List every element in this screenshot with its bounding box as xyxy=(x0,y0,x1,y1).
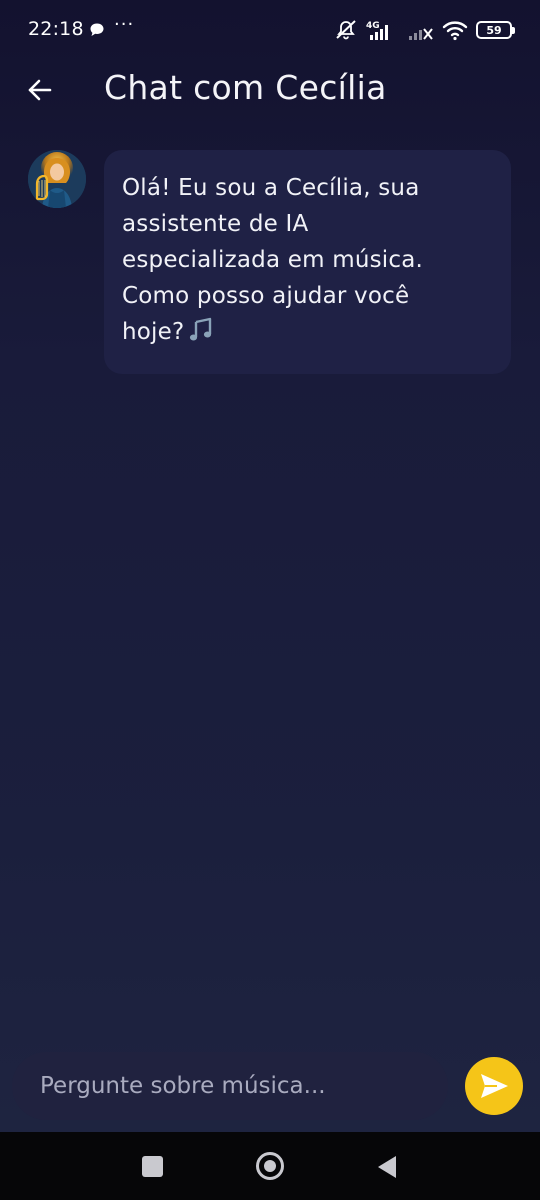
arrow-left-icon xyxy=(28,79,52,101)
status-bar: 22:18 ··· 4G 59 xyxy=(0,0,540,60)
message-text-content: Olá! Eu sou a Cecília, sua assistente de… xyxy=(122,175,424,345)
cecilia-avatar xyxy=(28,150,86,208)
message-text: Olá! Eu sou a Cecília, sua assistente de… xyxy=(122,170,493,354)
home-circle-icon[interactable] xyxy=(256,1152,284,1180)
back-button[interactable] xyxy=(20,70,60,110)
battery-level: 59 xyxy=(486,23,502,37)
question-input[interactable] xyxy=(12,1052,448,1120)
mute-icon xyxy=(334,19,358,41)
status-icons: 4G 59 xyxy=(334,16,515,44)
message-composer xyxy=(12,1052,448,1120)
send-button[interactable] xyxy=(465,1057,523,1115)
battery-icon: 59 xyxy=(476,21,515,39)
signal-off-icon xyxy=(408,19,434,41)
more-dots-icon: ··· xyxy=(114,14,135,35)
svg-text:4G: 4G xyxy=(366,21,380,31)
send-icon xyxy=(481,1074,508,1098)
app-bar: Chat com Cecília xyxy=(0,60,540,120)
music-note-icon xyxy=(188,317,214,354)
4g-signal-icon: 4G xyxy=(366,19,400,41)
status-time: 22:18 xyxy=(28,18,84,40)
recents-square-icon[interactable] xyxy=(142,1156,163,1177)
back-triangle-icon[interactable] xyxy=(376,1154,398,1180)
page-title: Chat com Cecília xyxy=(104,68,387,107)
system-nav-bar xyxy=(0,1132,540,1200)
assistant-message-bubble: Olá! Eu sou a Cecília, sua assistente de… xyxy=(104,150,511,374)
wifi-icon xyxy=(442,19,468,41)
message-list[interactable]: Olá! Eu sou a Cecília, sua assistente de… xyxy=(0,140,540,1040)
chat-bubble-icon xyxy=(89,22,105,38)
angel-harp-avatar xyxy=(28,150,86,208)
